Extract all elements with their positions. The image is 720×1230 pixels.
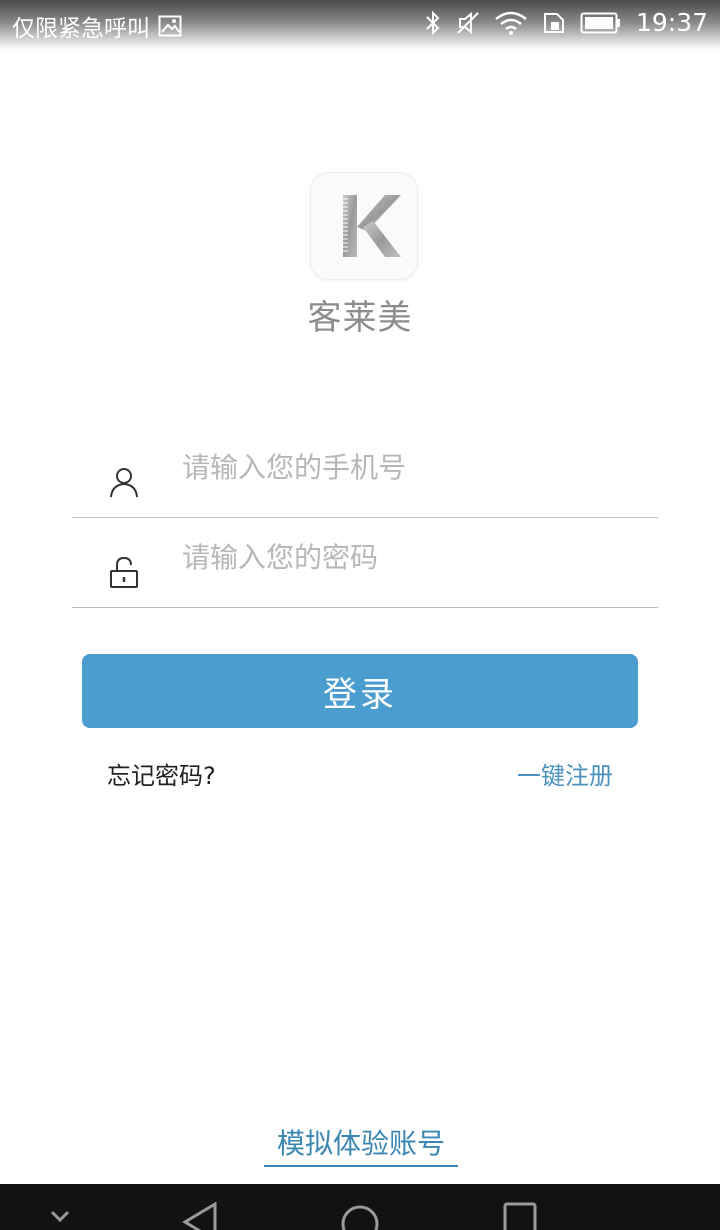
back-icon[interactable]	[182, 1202, 218, 1230]
image-icon	[158, 15, 182, 37]
demo-account-link[interactable]: 模拟体验账号	[264, 1122, 458, 1167]
password-field[interactable]	[72, 517, 658, 608]
phone-input[interactable]	[180, 441, 644, 493]
phone-field[interactable]	[72, 427, 658, 518]
status-time: 19:37	[635, 8, 708, 37]
k-comb-logo-icon	[343, 195, 401, 257]
recents-icon[interactable]	[502, 1202, 538, 1230]
wifi-icon	[494, 11, 528, 35]
down-icon[interactable]	[48, 1202, 72, 1230]
password-input[interactable]	[180, 531, 644, 583]
user-icon	[110, 468, 138, 498]
app-logo	[310, 172, 418, 280]
mute-icon	[456, 10, 480, 36]
battery-icon	[580, 11, 622, 35]
lock-icon	[110, 556, 138, 588]
status-left: 仅限紧急呼叫	[12, 9, 182, 43]
navigation-bar	[0, 1184, 720, 1230]
home-icon[interactable]	[340, 1202, 380, 1230]
app-name: 客莱美	[307, 298, 413, 338]
forgot-password-link[interactable]: 忘记密码?	[107, 756, 216, 791]
register-link[interactable]: 一键注册	[517, 756, 613, 791]
bluetooth-icon	[424, 10, 442, 36]
carrier-text: 仅限紧急呼叫	[12, 16, 150, 42]
sim-icon	[542, 11, 566, 35]
status-bar: 仅限紧急呼叫 19:37	[0, 0, 720, 50]
status-right: 19:37	[424, 8, 708, 37]
login-button[interactable]: 登录	[82, 654, 638, 728]
